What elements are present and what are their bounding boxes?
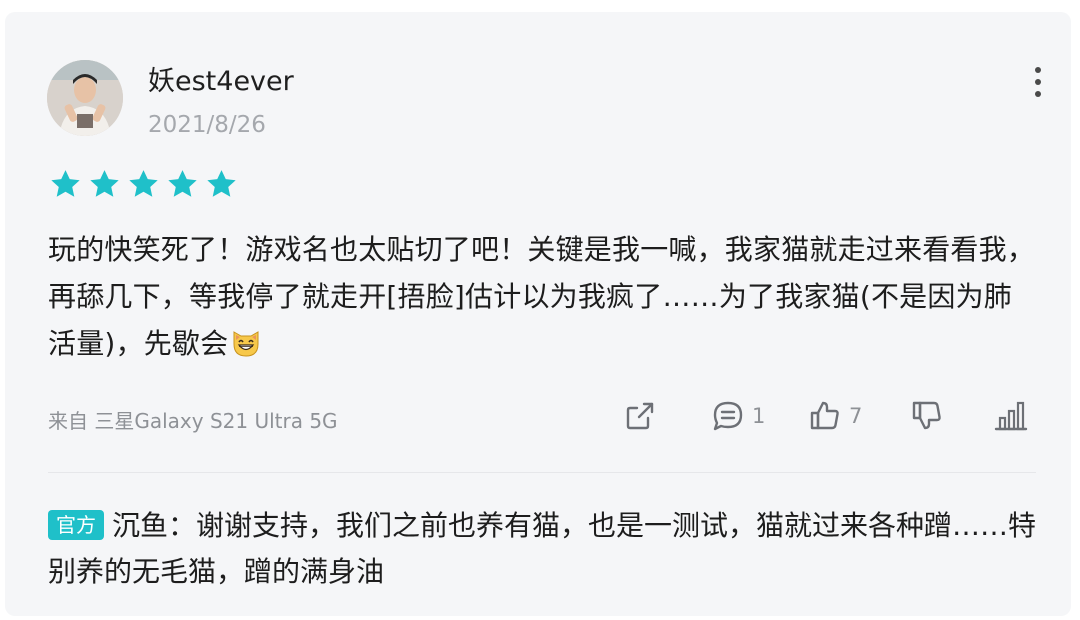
post-date: 2021/8/26 [148,112,266,138]
more-options-icon[interactable] [1023,64,1053,100]
official-badge: 官方 [48,510,104,540]
share-icon [626,402,654,430]
star-icon [207,170,236,197]
review-body: 玩的快笑死了！游戏名也太贴切了吧！关键是我一喊，我家猫就走过来看看我，再舔几下，… [48,233,1036,360]
review-text: 玩的快笑死了！游戏名也太贴切了吧！关键是我一喊，我家猫就走过来看看我，再舔几下，… [48,226,1038,367]
username[interactable]: 妖est4ever [148,64,294,100]
like-button[interactable]: 7 [807,398,862,434]
divider [48,472,1036,473]
comment-icon [713,401,743,431]
star-icon [51,170,80,197]
star-icon [90,170,119,197]
bar-chart-icon [994,401,1028,431]
share-button[interactable] [622,398,658,434]
comment-button[interactable]: 1 [710,398,765,434]
grinning-cat-emoji-icon [233,331,259,357]
action-bar: 1 7 [5,398,1071,438]
official-reply: 官方 沉鱼：谢谢支持，我们之前也养有猫，也是一测试，猫就过来各种蹭……特别养的无毛… [48,503,1038,595]
rating-stars [49,168,238,201]
star-icon [168,170,197,197]
dislike-button[interactable] [909,398,945,434]
star-icon [129,170,158,197]
review-card: 妖est4ever 2021/8/26 玩的快笑死了！游戏名也太贴切了吧！关键是… [5,12,1071,616]
reply-text: 沉鱼：谢谢支持，我们之前也养有猫，也是一测试，猫就过来各种蹭……特别养的无毛猫，… [48,509,1037,588]
comment-count: 1 [752,404,766,428]
thumbs-up-icon [810,401,839,430]
stats-button[interactable] [993,398,1029,434]
thumbs-down-icon [912,401,941,430]
like-count: 7 [849,404,863,428]
user-avatar[interactable] [47,60,123,136]
